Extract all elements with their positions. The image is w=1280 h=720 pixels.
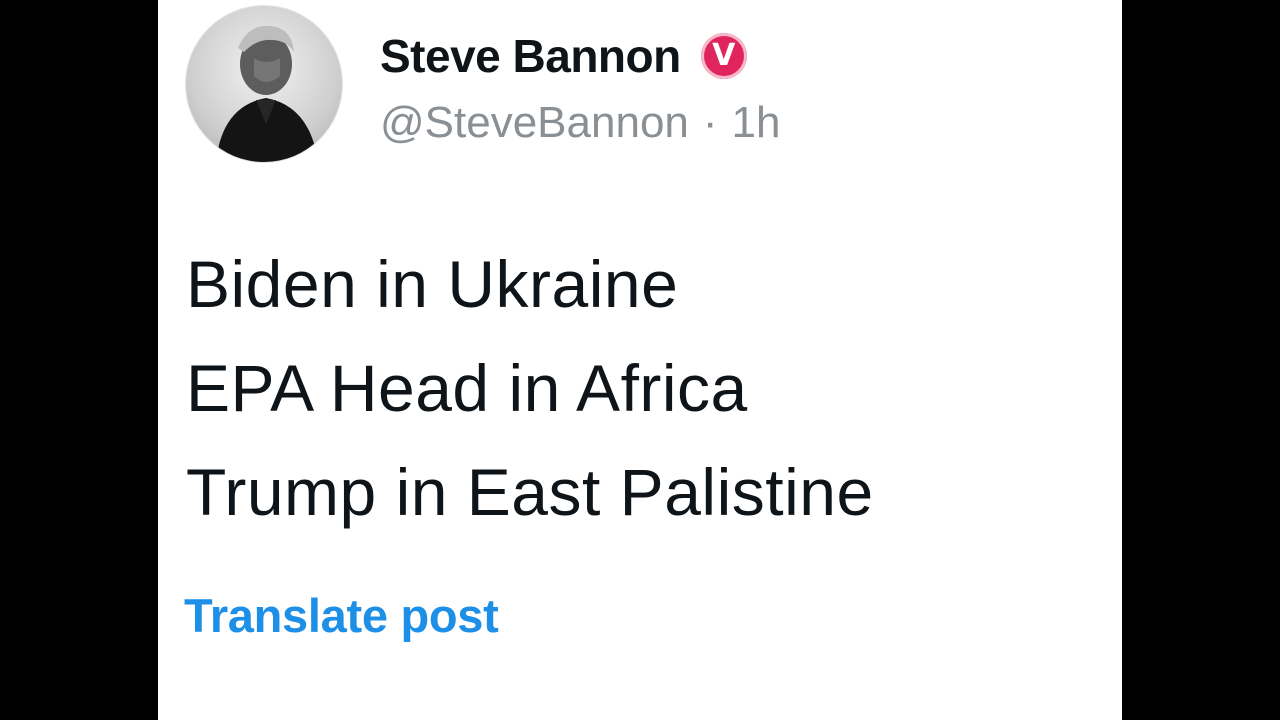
post-meta: @SteveBannon · 1h	[380, 98, 781, 148]
timestamp[interactable]: 1h	[732, 98, 781, 148]
letterbox-frame: Steve Bannon V @SteveBannon · 1h Biden i…	[0, 0, 1280, 720]
avatar[interactable]	[186, 6, 342, 162]
author-row: Steve Bannon V	[380, 26, 747, 86]
post-text: Biden in Ukraine EPA Head in Africa Trum…	[186, 232, 874, 544]
display-name[interactable]: Steve Bannon	[380, 29, 681, 83]
meta-separator: ·	[702, 98, 718, 147]
handle[interactable]: @SteveBannon	[380, 98, 689, 148]
badge-letter: V	[712, 38, 736, 73]
translate-post-link[interactable]: Translate post	[184, 588, 499, 643]
profile-photo-icon	[216, 25, 318, 162]
post-line: Biden in Ukraine	[186, 247, 679, 321]
post-card: Steve Bannon V @SteveBannon · 1h Biden i…	[158, 0, 1122, 720]
verified-badge-icon: V	[700, 33, 747, 79]
post-line: Trump in East Palistine	[186, 455, 874, 529]
post-line: EPA Head in Africa	[186, 351, 748, 425]
